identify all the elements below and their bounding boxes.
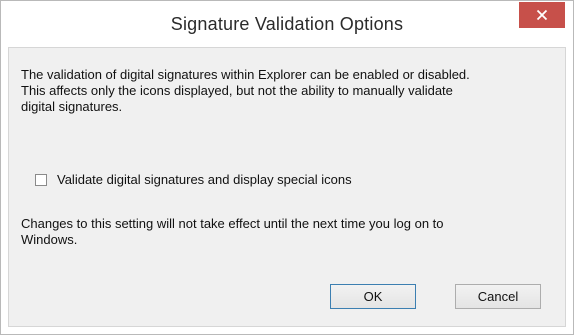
signature-validation-dialog: Signature Validation Options The validat… (0, 0, 574, 335)
restart-note: Changes to this setting will not take ef… (21, 216, 561, 248)
close-button[interactable] (519, 2, 565, 28)
description-text: The validation of digital signatures wit… (21, 67, 561, 115)
description-line: The validation of digital signatures wit… (21, 67, 470, 82)
cancel-button[interactable]: Cancel (455, 284, 541, 309)
validate-signatures-option[interactable]: Validate digital signatures and display … (35, 172, 352, 188)
dialog-content: The validation of digital signatures wit… (8, 47, 566, 327)
ok-button[interactable]: OK (330, 284, 416, 309)
title-bar[interactable]: Signature Validation Options (1, 1, 573, 47)
note-line: Windows. (21, 232, 78, 247)
description-line: This affects only the icons displayed, b… (21, 83, 453, 98)
note-line: Changes to this setting will not take ef… (21, 216, 444, 231)
dialog-title: Signature Validation Options (170, 14, 404, 34)
validate-signatures-label[interactable]: Validate digital signatures and display … (57, 172, 352, 188)
validate-signatures-checkbox[interactable] (35, 174, 47, 186)
close-icon (536, 9, 548, 21)
description-line: digital signatures. (21, 99, 123, 114)
